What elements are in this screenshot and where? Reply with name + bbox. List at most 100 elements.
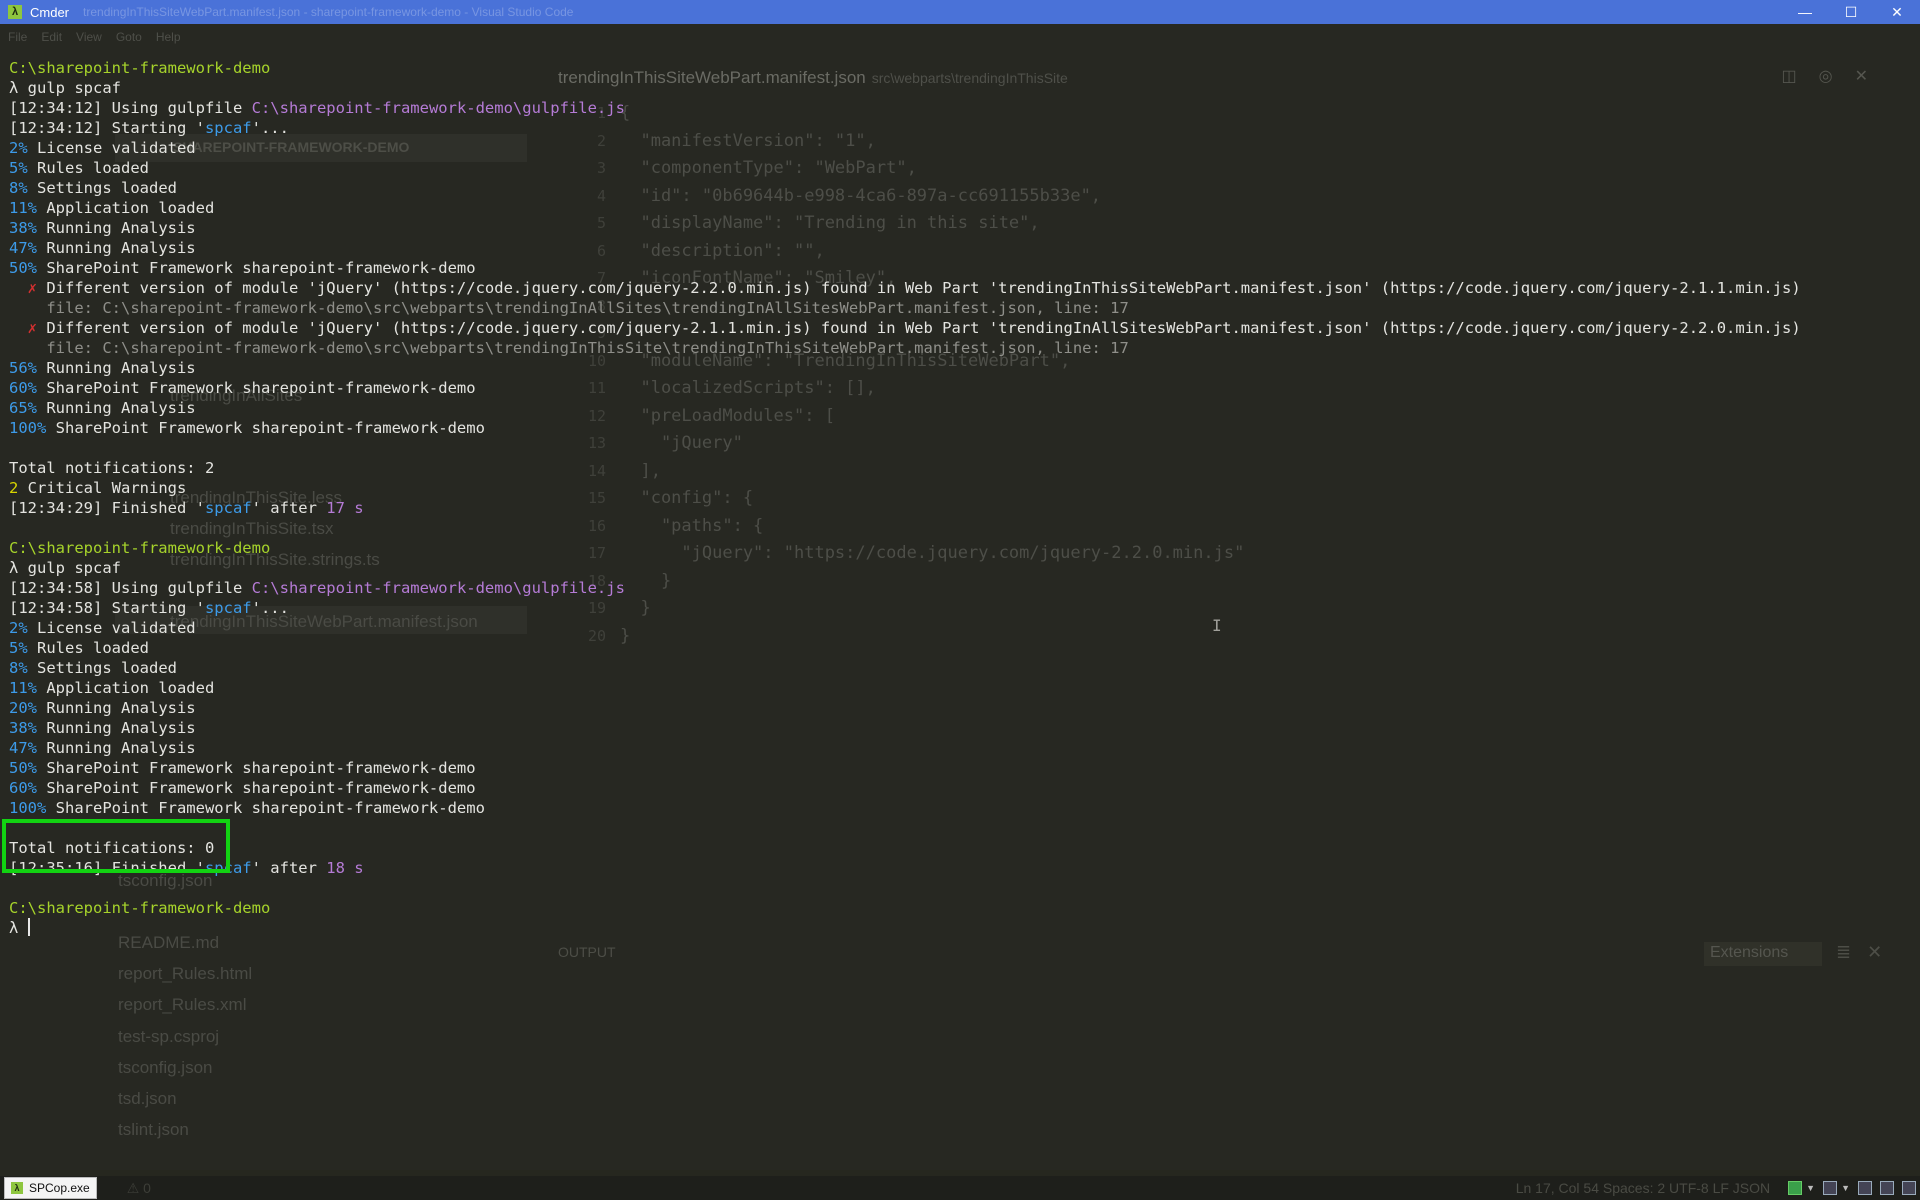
ghost-window-title: trendingInThisSiteWebPart.manifest.json …	[83, 5, 574, 19]
terminal-line: λ	[0, 918, 1920, 938]
terminal-text: Running Analysis	[37, 739, 196, 757]
split-panes-icon[interactable]	[1880, 1181, 1894, 1195]
terminal-text: 17 s	[326, 499, 364, 517]
terminal-line: 60% SharePoint Framework sharepoint-fram…	[0, 378, 1920, 398]
chevron-down-icon[interactable]: ▼	[1841, 1183, 1850, 1193]
close-button[interactable]: ✕	[1874, 0, 1920, 24]
terminal-text: 5%	[9, 639, 28, 657]
terminal-line: λ gulp spcaf	[0, 558, 1920, 578]
terminal-text: Application loaded	[37, 679, 215, 697]
ghost-menu-item: Edit	[41, 30, 63, 44]
terminal-text: 100%	[9, 419, 47, 437]
terminal-text: 47%	[9, 739, 37, 757]
terminal-text: 47%	[9, 239, 37, 257]
cmder-statusbar: λ SPCop.exe ⚠ 0 Ln 17, Col 54 Spaces: 2 …	[0, 1176, 1920, 1200]
terminal-line: 20% Running Analysis	[0, 698, 1920, 718]
terminal-text: 2	[9, 479, 19, 497]
terminal-text: Running Analysis	[37, 719, 196, 737]
terminal-text: SharePoint Framework sharepoint-framewor…	[37, 379, 476, 397]
list-icon: ≣	[1836, 942, 1868, 962]
maximize-button[interactable]: ☐	[1828, 0, 1874, 24]
terminal-line: [12:34:12] Starting 'spcaf'...	[0, 118, 1920, 138]
terminal-text: spcaf	[204, 599, 252, 617]
terminal-text: Different version of module 'jQuery' (ht…	[46, 319, 1801, 337]
terminal-line: file: C:\sharepoint-framework-demo\src\w…	[0, 338, 1920, 358]
terminal-text: λ gulp spcaf	[9, 559, 121, 577]
ghost-status-right: Ln 17, Col 54 Spaces: 2 UTF-8 LF JSON	[1515, 1180, 1771, 1196]
terminal-cursor	[27, 918, 30, 936]
terminal-line: 38% Running Analysis	[0, 218, 1920, 238]
terminal-line: 56% Running Analysis	[0, 358, 1920, 378]
terminal-text: [12:34:58] Starting '	[9, 599, 205, 617]
terminal-text: 20%	[9, 699, 37, 717]
ghost-status-warnings: ⚠ 0	[126, 1179, 151, 1196]
lock-icon[interactable]	[1858, 1181, 1872, 1195]
ghost-menu-item: View	[76, 30, 102, 44]
task-lambda-icon: λ	[11, 1182, 23, 1194]
terminal-text: Running Analysis	[37, 219, 196, 237]
terminal-line: [12:34:29] Finished 'spcaf' after 17 s	[0, 498, 1920, 518]
terminal-text: [12:34:58] Using gulpfile	[9, 579, 252, 597]
terminal-text: [12:34:12] Starting '	[9, 119, 205, 137]
window-controls: — ☐ ✕	[1782, 0, 1920, 24]
terminal-text: Running Analysis	[37, 699, 196, 717]
ghost-tree-item: test-sp.csproj	[118, 1027, 220, 1046]
terminal-line: 8% Settings loaded	[0, 658, 1920, 678]
switch-view-icon[interactable]	[1823, 1181, 1838, 1195]
terminal-line: 60% SharePoint Framework sharepoint-fram…	[0, 778, 1920, 798]
terminal-text: Application loaded	[37, 199, 215, 217]
terminal-line: 11% Application loaded	[0, 678, 1920, 698]
ghost-tree-item: tslint.json	[118, 1120, 189, 1139]
terminal-line: Total notifications: 0	[0, 838, 1920, 858]
error-x-icon: ✗	[9, 279, 47, 297]
terminal-text: Critical Warnings	[18, 479, 187, 497]
task-tab-label: SPCop.exe	[29, 1181, 90, 1195]
terminal-text: '...	[251, 119, 289, 137]
terminal-line: 8% Settings loaded	[0, 178, 1920, 198]
chevron-down-icon[interactable]: ▼	[1806, 1183, 1815, 1193]
terminal-text: 2%	[9, 139, 28, 157]
terminal-text: [12:34:12] Using gulpfile	[9, 99, 252, 117]
terminal-text: 56%	[9, 359, 37, 377]
terminal-text: Rules loaded	[27, 639, 149, 657]
window-titlebar: λ Cmder trendingInThisSiteWebPart.manife…	[0, 0, 1920, 24]
minimize-button[interactable]: —	[1782, 0, 1828, 24]
terminal-line: C:\sharepoint-framework-demo	[0, 58, 1920, 78]
terminal-text: 65%	[9, 399, 37, 417]
terminal-text: 11%	[9, 679, 37, 697]
terminal-text: λ gulp spcaf	[9, 79, 121, 97]
terminal-line: C:\sharepoint-framework-demo	[0, 898, 1920, 918]
terminal-text: ' after	[251, 859, 327, 877]
terminal-text: C:\sharepoint-framework-demo	[9, 539, 271, 557]
terminal-text: C:\sharepoint-framework-demo\gulpfile.js	[251, 579, 625, 597]
terminal-line: file: C:\sharepoint-framework-demo\src\w…	[0, 298, 1920, 318]
terminal-text: spcaf	[204, 499, 252, 517]
ghost-tree-item: report_Rules.xml	[118, 995, 247, 1014]
task-tab[interactable]: λ SPCop.exe	[4, 1177, 97, 1199]
terminal-text: 11%	[9, 199, 37, 217]
window-title: Cmder	[30, 4, 70, 20]
ghost-tree-item: tsconfig.json	[118, 1058, 213, 1077]
ghost-menu-item: Help	[155, 30, 181, 44]
terminal-text: file: C:\sharepoint-framework-demo\src\w…	[9, 339, 1129, 357]
terminal-text: file: C:\sharepoint-framework-demo\src\w…	[9, 299, 1129, 317]
terminal-text: 60%	[9, 379, 37, 397]
menu-icon[interactable]	[1902, 1181, 1916, 1195]
terminal-text: λ	[9, 919, 28, 937]
ghost-panel-icons: ≣✕	[1836, 942, 1898, 963]
terminal-line: 47% Running Analysis	[0, 238, 1920, 258]
new-console-icon[interactable]	[1788, 1181, 1803, 1195]
close-panel-icon: ✕	[1867, 942, 1899, 962]
terminal-text: 50%	[9, 759, 37, 777]
ghost-output-panel-label: OUTPUT	[558, 944, 616, 960]
terminal-text: License validated	[27, 619, 196, 637]
ghost-menu-item: Goto	[115, 30, 142, 44]
ghost-tree-item: report_Rules.html	[118, 964, 253, 983]
terminal-text: 2%	[9, 619, 28, 637]
terminal-output[interactable]: C:\sharepoint-framework-demo λ gulp spcaf…	[0, 58, 1920, 938]
terminal-text: Total notifications: 2	[9, 459, 215, 477]
terminal-text: Different version of module 'jQuery' (ht…	[46, 279, 1801, 297]
terminal-line: 5% Rules loaded	[0, 158, 1920, 178]
